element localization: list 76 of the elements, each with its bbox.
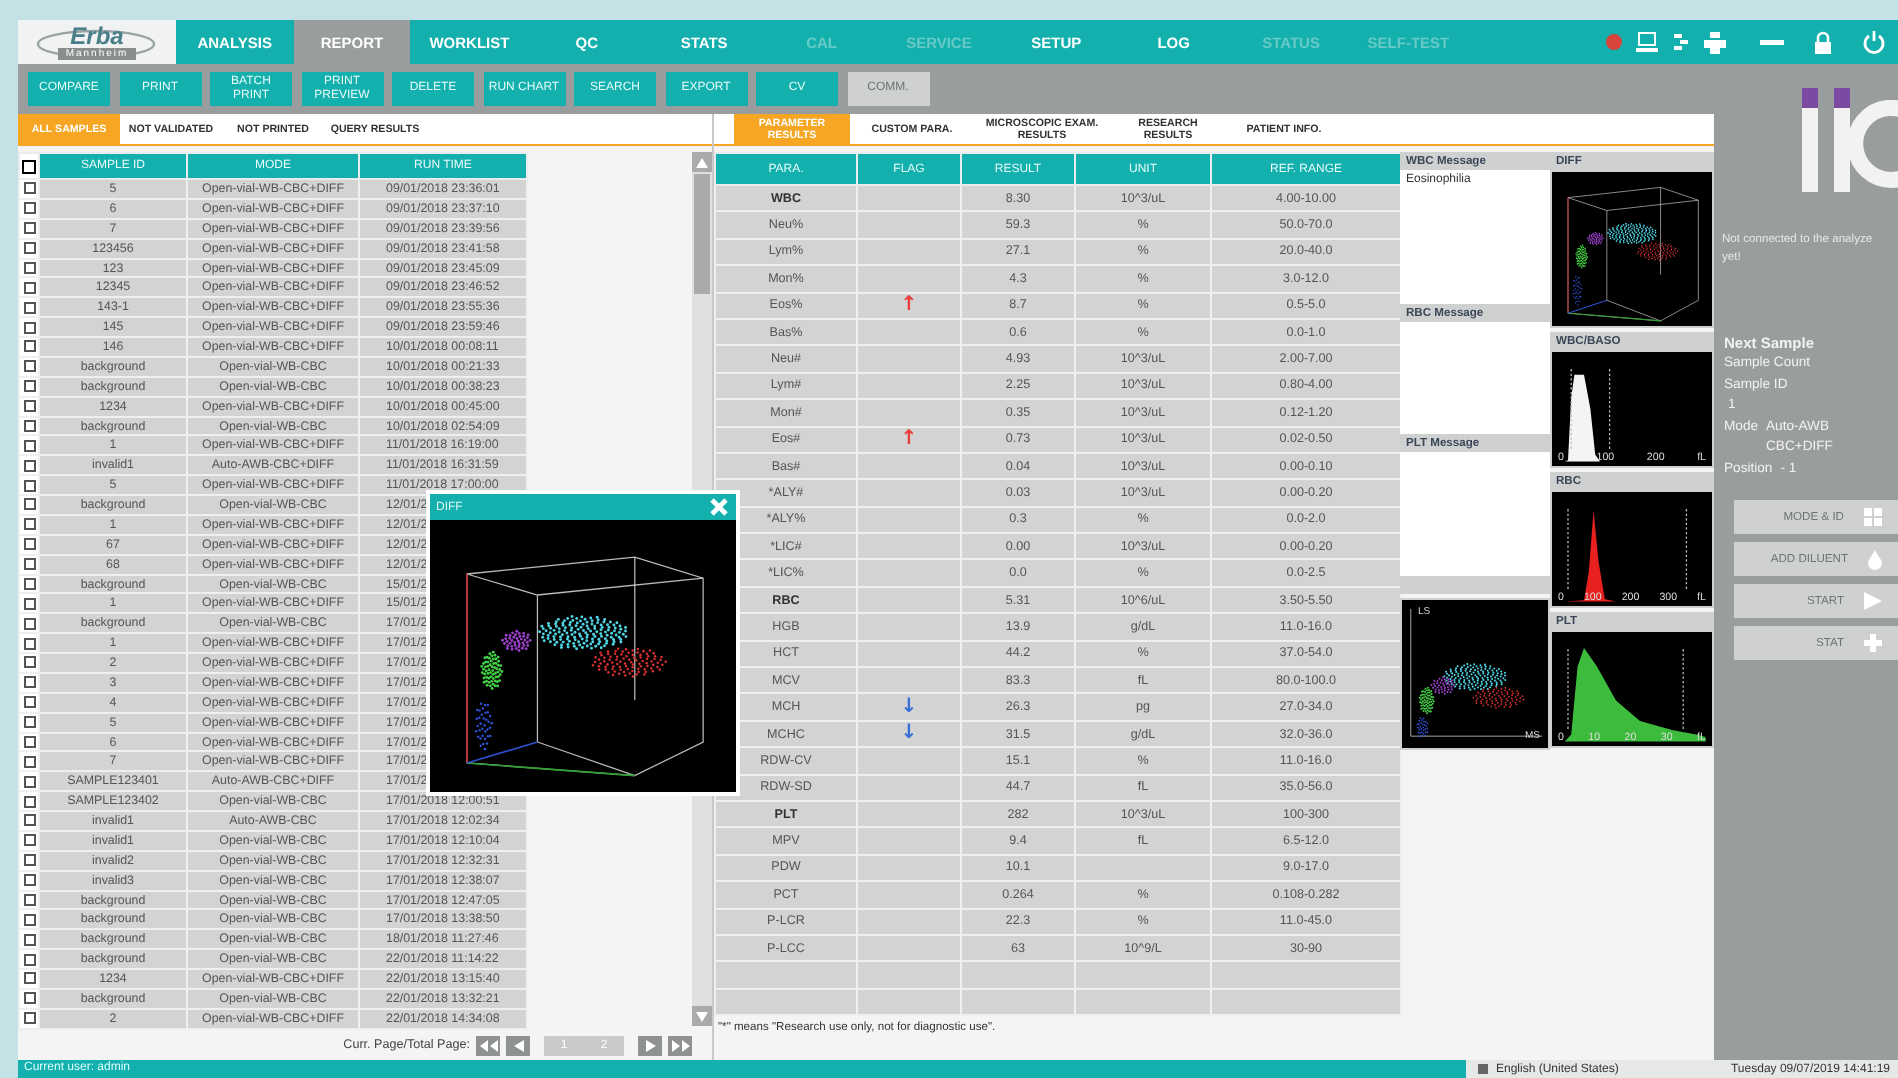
network-icon[interactable] xyxy=(1672,32,1690,52)
computer-icon[interactable] xyxy=(1636,32,1658,52)
row-checkbox[interactable] xyxy=(23,439,35,452)
close-icon xyxy=(708,496,730,518)
close-button[interactable] xyxy=(708,496,730,518)
row-checkbox[interactable] xyxy=(23,419,35,432)
power-icon[interactable] xyxy=(1862,30,1886,54)
row-checkbox[interactable] xyxy=(23,400,35,413)
brand-name: Erba xyxy=(70,25,124,47)
row-checkbox[interactable] xyxy=(23,558,35,571)
fast-forward-icon xyxy=(671,1039,689,1051)
row-checkbox[interactable] xyxy=(23,261,35,274)
flag-arrow: ↑ xyxy=(900,427,918,450)
triangle-right-icon xyxy=(645,1039,655,1051)
row-checkbox[interactable] xyxy=(23,716,35,729)
row-checkbox[interactable] xyxy=(23,972,35,985)
row-checkbox[interactable] xyxy=(23,854,35,867)
row-checkbox[interactable] xyxy=(23,795,35,808)
row-checkbox[interactable] xyxy=(23,617,35,630)
row-checkbox[interactable] xyxy=(23,893,35,906)
status-dot-icon xyxy=(1606,34,1622,50)
row-checkbox[interactable] xyxy=(23,182,35,195)
rewind-icon xyxy=(479,1039,497,1051)
play-icon xyxy=(1864,592,1882,610)
row-checkbox[interactable] xyxy=(23,360,35,373)
keyboard-icon xyxy=(1478,1064,1488,1074)
row-checkbox[interactable] xyxy=(23,696,35,709)
row-checkbox[interactable] xyxy=(23,874,35,887)
printer-icon[interactable] xyxy=(1704,31,1726,53)
row-checkbox[interactable] xyxy=(23,735,35,748)
row-checkbox[interactable] xyxy=(23,321,35,334)
row-checkbox[interactable] xyxy=(23,380,35,393)
row-checkbox[interactable] xyxy=(23,202,35,215)
flag-arrow: ↓ xyxy=(900,722,918,744)
triangle-left-icon xyxy=(513,1039,523,1051)
row-checkbox[interactable] xyxy=(23,301,35,314)
flag-arrow: ↓ xyxy=(900,695,918,718)
row-checkbox[interactable] xyxy=(23,953,35,966)
minimize-icon[interactable] xyxy=(1760,39,1784,45)
row-checkbox[interactable] xyxy=(23,676,35,689)
row-checkbox[interactable] xyxy=(23,222,35,235)
row-checkbox[interactable] xyxy=(23,913,35,926)
grid-icon xyxy=(1864,508,1882,526)
drop-icon xyxy=(1868,549,1882,569)
scatter-plot-drawing xyxy=(1410,608,1543,738)
flag-arrow: ↑ xyxy=(900,293,918,316)
triangle-up-icon xyxy=(696,157,708,167)
row-checkbox[interactable] xyxy=(23,538,35,551)
row-checkbox[interactable] xyxy=(23,577,35,590)
row-checkbox[interactable] xyxy=(23,775,35,788)
row-checkbox[interactable] xyxy=(23,1012,35,1025)
row-checkbox[interactable] xyxy=(23,479,35,492)
table-cell xyxy=(1075,854,1211,882)
row-checkbox[interactable] xyxy=(23,656,35,669)
row-checkbox[interactable] xyxy=(23,498,35,511)
row-checkbox[interactable] xyxy=(23,814,35,827)
plus-icon xyxy=(1864,634,1882,652)
row-checkbox[interactable] xyxy=(23,340,35,353)
last-page-button[interactable] xyxy=(668,1035,692,1055)
select-all-checkbox[interactable] xyxy=(22,159,36,174)
row-checkbox[interactable] xyxy=(23,637,35,650)
previous-page-button[interactable] xyxy=(506,1035,530,1055)
row-checkbox[interactable] xyxy=(23,242,35,255)
row-checkbox[interactable] xyxy=(23,933,35,946)
row-checkbox[interactable] xyxy=(23,597,35,610)
row-checkbox[interactable] xyxy=(23,281,35,294)
first-page-button[interactable] xyxy=(476,1035,500,1055)
triangle-down-icon xyxy=(696,1011,708,1021)
row-checkbox[interactable] xyxy=(23,518,35,531)
next-page-button[interactable] xyxy=(638,1035,662,1055)
row-checkbox[interactable] xyxy=(23,459,35,472)
row-checkbox[interactable] xyxy=(23,755,35,768)
lock-icon[interactable] xyxy=(1814,30,1832,54)
row-checkbox[interactable] xyxy=(23,834,35,847)
row-checkbox[interactable] xyxy=(23,992,35,1005)
scroll-thumb[interactable] xyxy=(694,174,710,294)
